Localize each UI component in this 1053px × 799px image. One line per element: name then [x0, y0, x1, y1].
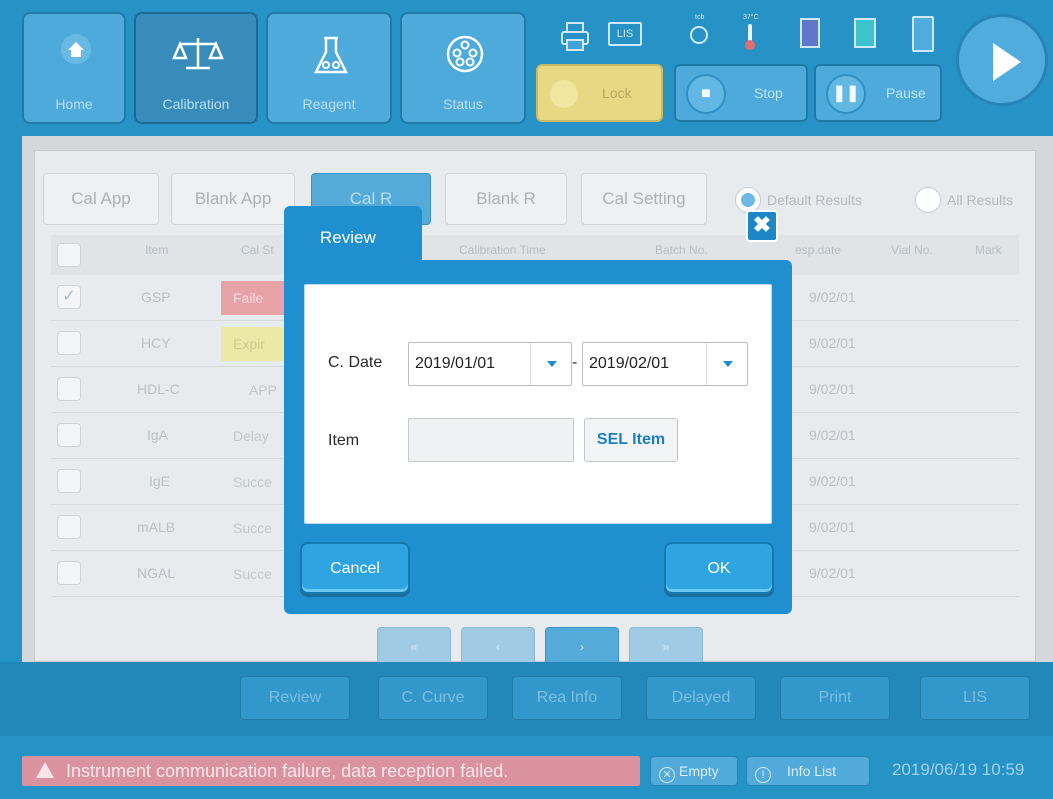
review-dialog: Review ✖ C. Date 2019/01/01 - 2019/02/01… [284, 206, 792, 614]
item-label: Item [328, 432, 360, 449]
ok-label: OK [707, 560, 731, 577]
date-from-dropdown[interactable]: 2019/01/01 [408, 342, 572, 386]
dialog-form [304, 284, 772, 524]
sel-item-button[interactable]: SEL Item [584, 418, 678, 462]
date-to-dropdown[interactable]: 2019/02/01 [582, 342, 748, 386]
date-range-separator: - [572, 354, 578, 371]
dialog-title-tab: Review [284, 206, 422, 266]
ok-button[interactable]: OK [664, 542, 774, 594]
dialog-title: Review [320, 228, 376, 247]
cancel-button[interactable]: Cancel [300, 542, 410, 594]
dropdown-divider [706, 343, 707, 385]
chevron-down-icon [723, 361, 733, 367]
dropdown-divider [530, 343, 531, 385]
chevron-down-icon [547, 361, 557, 367]
close-icon[interactable]: ✖ [746, 210, 778, 242]
item-input[interactable] [408, 418, 574, 462]
date-label: C. Date [328, 354, 383, 371]
cancel-label: Cancel [330, 560, 380, 577]
date-to-value: 2019/02/01 [589, 355, 670, 372]
date-from-value: 2019/01/01 [415, 355, 496, 372]
